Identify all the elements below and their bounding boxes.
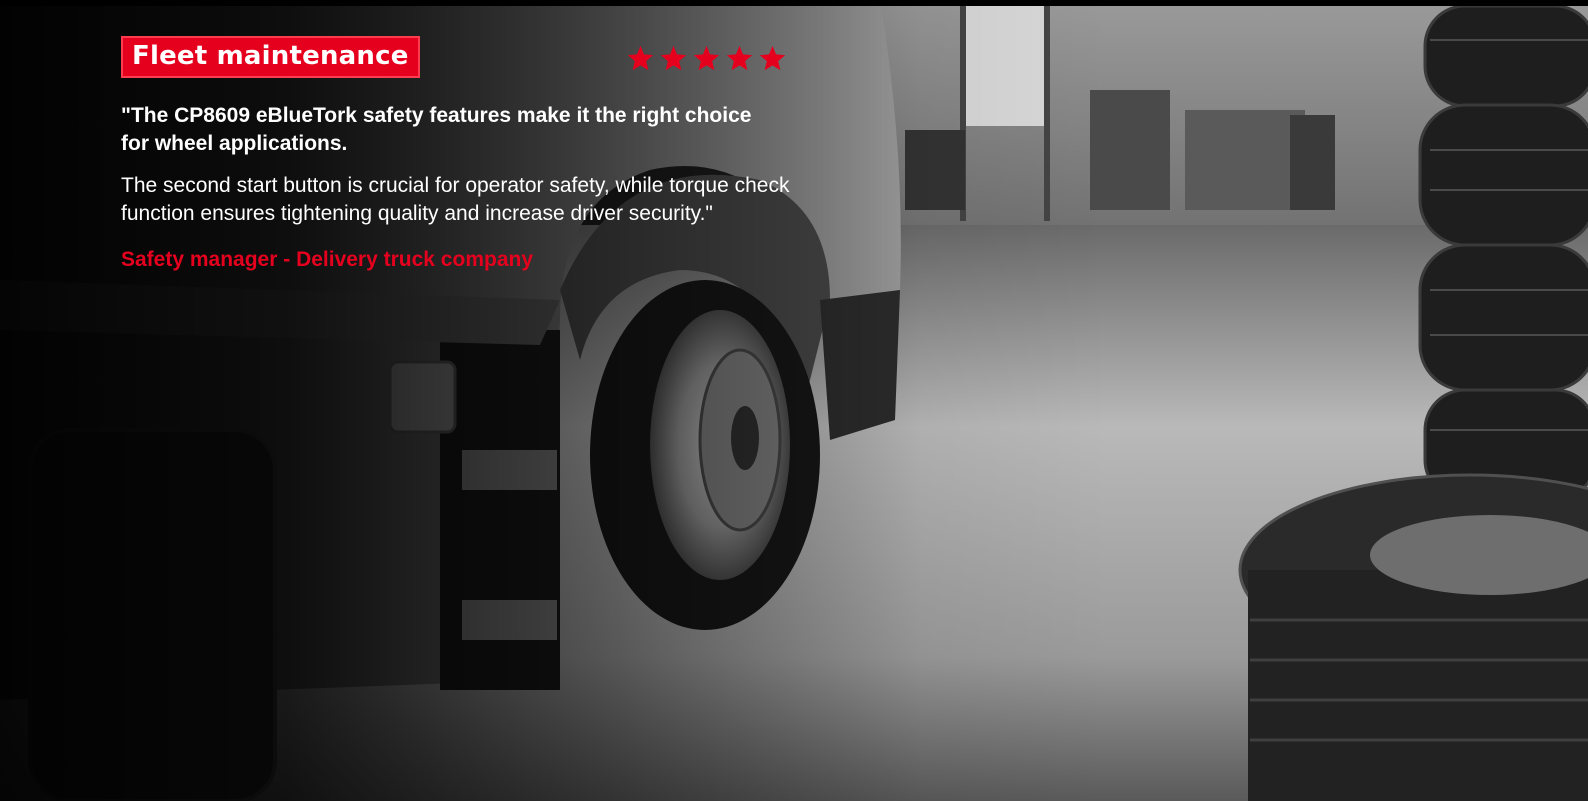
- star-icon: [693, 45, 720, 71]
- quote-body: The second start button is crucial for o…: [121, 174, 790, 225]
- testimonial-hero: Fleet maintenance "The CP8609 eBlueTork …: [0, 0, 1588, 801]
- testimonial-content: Fleet maintenance "The CP8609 eBlueTork …: [121, 36, 801, 274]
- category-badge: Fleet maintenance: [121, 36, 420, 78]
- quote-author: Safety manager - Delivery truck company: [121, 248, 534, 271]
- top-divider: [0, 0, 1588, 6]
- star-icon: [660, 45, 687, 71]
- star-icon: [726, 45, 753, 71]
- rating-stars: [626, 44, 787, 73]
- quote-headline: "The CP8609 eBlueTork safety features ma…: [121, 104, 752, 155]
- star-icon: [627, 45, 654, 71]
- star-icon: [759, 45, 786, 71]
